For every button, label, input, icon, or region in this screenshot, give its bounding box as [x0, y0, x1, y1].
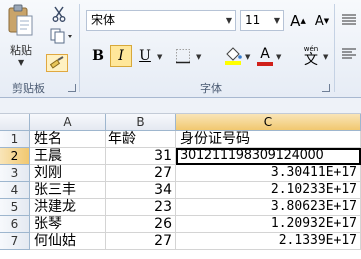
cut-icon[interactable]	[50, 6, 68, 22]
borders-icon[interactable]	[173, 47, 193, 65]
phonetic-char: 文	[304, 51, 318, 68]
format-painter-icon[interactable]	[46, 54, 68, 72]
font-name-dropdown-icon[interactable]: ▼	[226, 11, 232, 30]
cell-b2[interactable]: 31	[106, 148, 176, 165]
cell-b5[interactable]: 23	[106, 199, 176, 216]
row-header[interactable]: 6	[0, 216, 30, 233]
font-color-dropdown-icon[interactable]: ▼	[276, 53, 281, 61]
row-header[interactable]: 7	[0, 233, 30, 250]
row-header[interactable]: 5	[0, 199, 30, 216]
table-row: 4 张三丰 34 2.10233E+17	[0, 182, 361, 199]
cell-a2[interactable]: 王晨	[30, 148, 106, 165]
table-row: 2 王晨 31 301211198309124000	[0, 148, 361, 165]
table-row: 1 姓名 年龄 身份证号码	[0, 131, 361, 148]
column-header-c[interactable]: C	[176, 114, 361, 131]
fill-color-icon[interactable]	[223, 45, 243, 67]
column-header-a[interactable]: A	[30, 114, 106, 131]
font-color-icon[interactable]: A	[256, 45, 274, 67]
cell-b3[interactable]: 27	[106, 165, 176, 182]
paste-icon[interactable]	[6, 4, 34, 38]
copy-icon[interactable]	[50, 28, 74, 44]
column-header-b[interactable]: B	[106, 114, 176, 131]
cell-b7[interactable]: 27	[106, 233, 176, 250]
cell-a6[interactable]: 张琴	[30, 216, 106, 233]
formula-bar-edge	[0, 98, 361, 114]
cell-b6[interactable]: 26	[106, 216, 176, 233]
paste-dropdown-icon[interactable]: ▼	[18, 58, 24, 67]
font-color-glyph: A	[260, 45, 270, 62]
row-header[interactable]: 2	[0, 148, 30, 165]
clipboard-dialog-launcher-icon[interactable]	[68, 84, 76, 92]
align-top-icon[interactable]	[342, 14, 356, 26]
bold-button[interactable]: B	[87, 45, 109, 67]
font-group-label: 字体	[200, 82, 222, 95]
underline-button[interactable]: U	[134, 45, 156, 67]
cell-a3[interactable]: 刘刚	[30, 165, 106, 182]
fill-color-swatch	[225, 61, 241, 65]
table-row: 5 洪建龙 23 3.80623E+17	[0, 199, 361, 216]
cell-c6[interactable]: 1.20932E+17	[176, 216, 361, 233]
font-color-swatch	[257, 61, 273, 66]
align-left-icon[interactable]	[342, 48, 356, 60]
select-all-corner[interactable]	[0, 114, 30, 131]
cell-c7[interactable]: 2.1339E+17	[176, 233, 361, 250]
table-row: 7 何仙姑 27 2.1339E+17	[0, 233, 361, 250]
borders-dropdown-icon[interactable]: ▼	[196, 53, 201, 61]
cell-c1[interactable]: 身份证号码	[176, 131, 361, 148]
cell-b4[interactable]: 34	[106, 182, 176, 199]
cell-a4[interactable]: 张三丰	[30, 182, 106, 199]
font-name-value: 宋体	[91, 13, 116, 27]
shrink-font-icon[interactable]: A ▼	[313, 12, 331, 30]
table-row: 6 张琴 26 1.20932E+17	[0, 216, 361, 233]
fill-color-dropdown-icon[interactable]: ▼	[245, 53, 250, 61]
grow-font-glyph: A	[290, 12, 301, 30]
cell-b1[interactable]: 年龄	[106, 131, 176, 148]
ribbon: 粘贴 ▼ 剪贴板 宋体 ▼ 11 ▼ A ▲ A ▼ B I U ▼ ▼ ▼ A…	[0, 0, 361, 98]
row-header[interactable]: 4	[0, 182, 30, 199]
font-size-combo[interactable]: 11 ▼	[240, 10, 284, 31]
grow-font-icon[interactable]: A ▲	[289, 12, 307, 30]
group-divider	[79, 4, 80, 92]
row-header[interactable]: 3	[0, 165, 30, 182]
cell-c2-active[interactable]: 301211198309124000	[176, 148, 361, 165]
cell-c3[interactable]: 3.30411E+17	[176, 165, 361, 182]
font-size-value: 11	[245, 13, 261, 27]
row-header[interactable]: 1	[0, 131, 30, 148]
clipboard-group-label: 剪贴板	[12, 82, 45, 95]
cell-a1[interactable]: 姓名	[30, 131, 106, 148]
paste-label[interactable]: 粘贴	[10, 42, 32, 58]
cell-a5[interactable]: 洪建龙	[30, 199, 106, 216]
font-size-dropdown-icon[interactable]: ▼	[274, 11, 280, 30]
phonetic-guide-icon[interactable]: wén 文	[299, 44, 323, 68]
phonetic-dropdown-icon[interactable]: ▼	[323, 53, 328, 61]
font-name-combo[interactable]: 宋体 ▼	[86, 10, 236, 31]
underline-dropdown-icon[interactable]: ▼	[157, 53, 162, 61]
shrink-font-glyph: A	[314, 13, 324, 29]
font-dialog-launcher-icon[interactable]	[322, 84, 330, 92]
italic-button[interactable]: I	[110, 45, 132, 67]
column-header-row: A B C	[0, 114, 361, 131]
cell-a7[interactable]: 何仙姑	[30, 233, 106, 250]
table-row: 3 刘刚 27 3.30411E+17	[0, 165, 361, 182]
cell-c4[interactable]: 2.10233E+17	[176, 182, 361, 199]
cell-c5[interactable]: 3.80623E+17	[176, 199, 361, 216]
group-divider	[334, 4, 335, 92]
